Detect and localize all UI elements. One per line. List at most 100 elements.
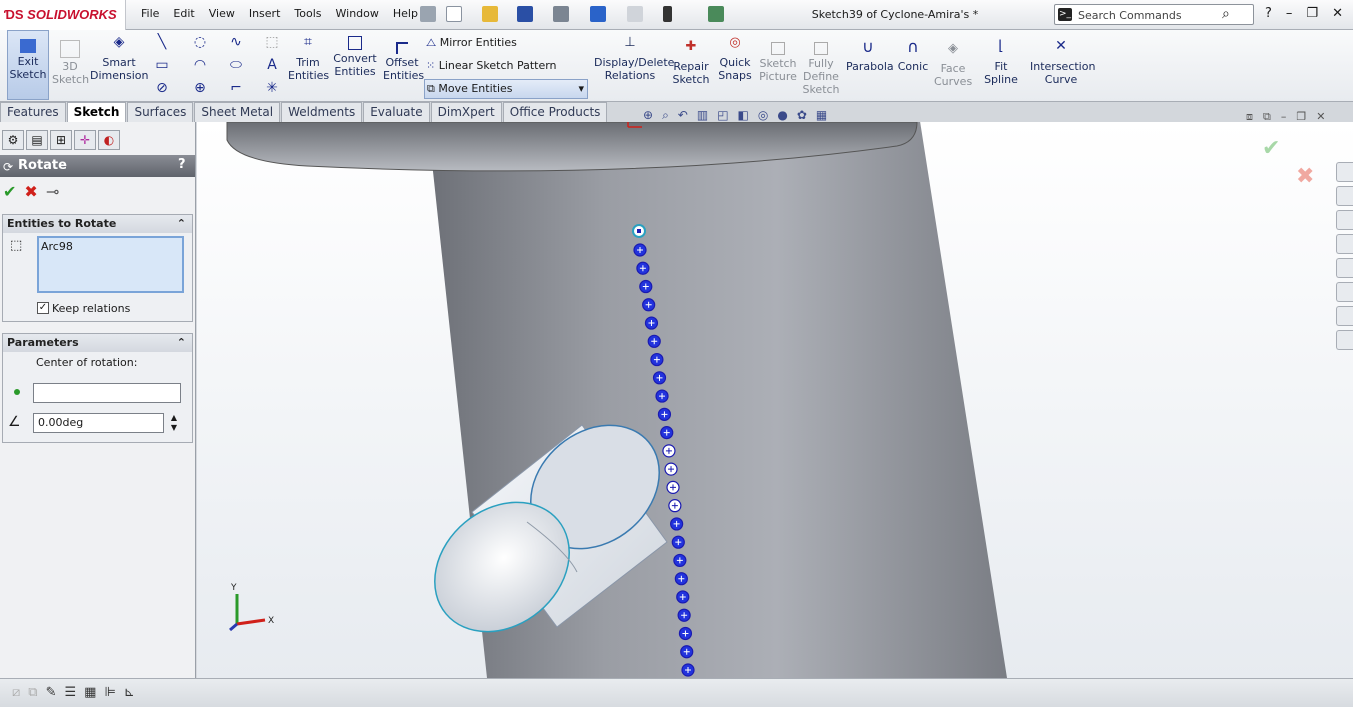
move-entities-button[interactable]: ⧉ Move Entities ▾ — [424, 79, 588, 99]
sketch-relations-icon[interactable]: ⧄ — [12, 685, 20, 700]
task-pane-library-icon[interactable] — [1336, 210, 1353, 230]
minimize-icon[interactable]: – — [1286, 6, 1293, 21]
previous-view-icon[interactable]: ↶ — [678, 108, 688, 123]
ellipse-icon[interactable]: ⬭ — [226, 56, 246, 74]
point-icon[interactable]: ✳ — [262, 79, 282, 97]
viewport-close-icon[interactable]: ✕ — [1316, 110, 1325, 124]
entities-selection-list[interactable]: Arc98 — [37, 236, 184, 293]
print-icon[interactable] — [553, 6, 569, 22]
feature-manager-tab-icon[interactable]: ⚙ — [2, 130, 24, 150]
fit-spline-button[interactable]: ⌊ Fit Spline — [977, 39, 1025, 86]
tab-surfaces[interactable]: Surfaces — [127, 102, 194, 122]
task-pane-resources-icon[interactable] — [1336, 162, 1353, 182]
conic-button[interactable]: ∩ Conic — [896, 39, 930, 74]
dimxpert-manager-tab-icon[interactable]: ✛ — [74, 130, 96, 150]
file-properties-icon[interactable] — [708, 6, 724, 22]
tab-features[interactable]: Features — [0, 102, 66, 122]
snap-icon[interactable]: ▦ — [84, 685, 96, 700]
collapse-chevron-icon[interactable]: ⌃ — [177, 217, 186, 230]
menu-insert[interactable]: Insert — [242, 7, 288, 20]
restore-icon[interactable]: ❐ — [1306, 6, 1318, 21]
move-entities-dropdown-icon[interactable]: ▾ — [578, 80, 587, 98]
menu-edit[interactable]: Edit — [166, 7, 201, 20]
mirror-entities-button[interactable]: ⧍ Mirror Entities — [426, 35, 517, 53]
tab-office-products[interactable]: Office Products — [502, 102, 608, 122]
ok-check-icon[interactable]: ✔ — [3, 182, 16, 201]
keep-relations-checkbox[interactable]: ✓ — [37, 302, 49, 314]
pin-icon[interactable] — [420, 6, 436, 22]
view-settings-icon[interactable]: ▦ — [816, 108, 827, 123]
circle-icon[interactable]: ◌ — [190, 33, 210, 51]
text-icon[interactable]: A — [262, 56, 282, 74]
spin-up-icon[interactable]: ▲ — [167, 413, 181, 423]
dimension-icon[interactable]: ⊾ — [124, 685, 135, 700]
view-orientation-icon[interactable]: ◰ — [717, 108, 728, 123]
open-folder-icon[interactable] — [482, 6, 498, 22]
viewport-split-icon[interactable]: ⧈ — [1246, 110, 1253, 124]
trim-entities-button[interactable]: ⌗ Trim Entities — [288, 35, 329, 82]
display-manager-tab-icon[interactable]: ◐ — [98, 130, 120, 150]
confirm-corner-ok-icon[interactable]: ✔ — [1262, 136, 1280, 161]
linear-sketch-pattern-button[interactable]: ⁙ Linear Sketch Pattern — [426, 58, 557, 76]
viewport-restore-icon[interactable]: ❐ — [1296, 110, 1306, 124]
tab-weldments[interactable]: Weldments — [281, 102, 363, 122]
sketch-check-icon[interactable]: ✎ — [46, 685, 57, 700]
3d-sketch-button[interactable]: 3D Sketch — [52, 40, 89, 86]
viewport-link-icon[interactable]: ⧉ — [1263, 110, 1271, 124]
quick-snaps-button[interactable]: ◎ Quick Snaps — [716, 36, 754, 82]
convert-entities-button[interactable]: Convert Entities — [331, 36, 379, 78]
zoom-to-area-icon[interactable]: ⌕ — [662, 108, 669, 123]
grid-icon[interactable]: ☰ — [64, 685, 76, 700]
collapse-chevron-icon[interactable]: ⌃ — [177, 336, 186, 349]
tab-dimxpert[interactable]: DimXpert — [430, 102, 502, 122]
help-icon[interactable]: ? — [1265, 6, 1272, 21]
tab-sheet-metal[interactable]: Sheet Metal — [194, 102, 281, 122]
solidworks-logo[interactable]: ƊS SOLIDWORKS — [0, 0, 126, 30]
property-manager-tab-icon[interactable]: ▤ — [26, 130, 48, 150]
list-item[interactable]: Arc98 — [41, 240, 180, 253]
save-icon[interactable] — [517, 6, 533, 22]
offset-entities-button[interactable]: Offset Entities — [383, 42, 424, 82]
rebuild-icon[interactable] — [663, 6, 672, 22]
parabola-button[interactable]: ∪ Parabola — [846, 39, 894, 74]
task-pane-forum-icon[interactable] — [1336, 330, 1353, 350]
task-pane-explorer-icon[interactable] — [1336, 234, 1353, 254]
close-icon[interactable]: ✕ — [1332, 6, 1343, 21]
new-document-icon[interactable] — [446, 6, 462, 22]
task-pane-appearances-icon[interactable] — [1336, 282, 1353, 302]
entities-box-header[interactable]: Entities to Rotate ⌃ — [3, 215, 192, 233]
task-pane-custom-props-icon[interactable] — [1336, 306, 1353, 326]
angle-spinner[interactable]: ▲ ▼ — [167, 413, 181, 433]
sketch-picture-button[interactable]: Sketch Picture — [758, 42, 798, 83]
exit-sketch-button[interactable]: Exit Sketch — [7, 30, 49, 100]
display-style-icon[interactable]: ◧ — [738, 108, 749, 123]
section-view-icon[interactable]: ▥ — [697, 108, 708, 123]
fully-define-sketch-button[interactable]: Fully Define Sketch — [802, 42, 840, 96]
rectangle-icon[interactable]: ▭ — [152, 56, 172, 74]
graphics-area[interactable]: Y X — [197, 122, 1353, 678]
help-button[interactable]: ? — [178, 157, 186, 172]
menu-tools[interactable]: Tools — [287, 7, 328, 20]
task-pane-home-icon[interactable] — [1336, 186, 1353, 206]
undo-icon[interactable] — [590, 6, 606, 22]
apply-scene-icon[interactable]: ✿ — [797, 108, 807, 123]
parameters-box-header[interactable]: Parameters ⌃ — [3, 334, 192, 352]
face-curves-button[interactable]: ◈ Face Curves — [934, 42, 972, 88]
cancel-x-icon[interactable]: ✖ — [24, 182, 37, 201]
edit-appearance-icon[interactable]: ● — [777, 108, 787, 123]
arc-icon[interactable]: ◠ — [190, 56, 210, 74]
display-relations-icon[interactable]: ⊫ — [104, 685, 115, 700]
zoom-to-fit-icon[interactable]: ⊕ — [643, 108, 653, 123]
viewport-minimize-icon[interactable]: – — [1281, 110, 1287, 124]
intersection-curve-button[interactable]: ✕ Intersection Curve — [1030, 39, 1095, 86]
pushpin-icon[interactable]: ⊸ — [46, 182, 59, 201]
centerline-icon[interactable]: ⌐ — [226, 79, 246, 97]
layer-icon[interactable]: ⧉ — [28, 685, 37, 700]
task-pane-palette-icon[interactable] — [1336, 258, 1353, 278]
polygon-icon[interactable]: ⊕ — [190, 79, 210, 97]
select-arrow-icon[interactable] — [627, 6, 643, 22]
configuration-manager-tab-icon[interactable]: ⊞ — [50, 130, 72, 150]
center-of-rotation-field[interactable] — [33, 383, 181, 403]
smart-dimension-button[interactable]: ◈ Smart Dimension — [90, 35, 148, 82]
display-delete-relations-button[interactable]: ⊥ Display/Delete Relations — [594, 36, 674, 82]
